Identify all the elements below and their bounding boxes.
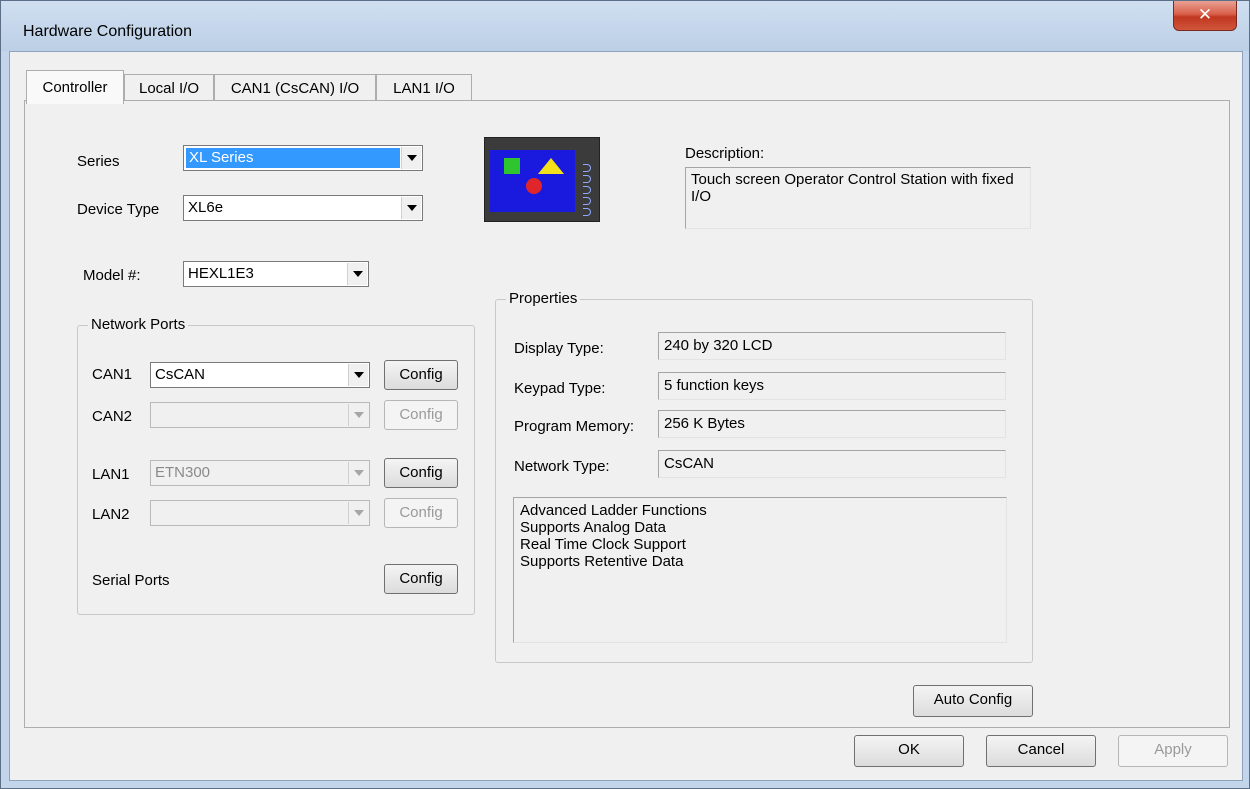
network-ports-title: Network Ports xyxy=(88,316,189,333)
series-value: XL Series xyxy=(186,148,400,168)
properties-title: Properties xyxy=(506,290,581,307)
green-square-icon xyxy=(504,158,520,174)
apply-button[interactable]: Apply xyxy=(1118,735,1228,767)
dialog-client: Controller Local I/O CAN1 (CsCAN) I/O LA… xyxy=(9,51,1243,781)
chevron-down-icon[interactable] xyxy=(347,263,367,285)
chevron-down-icon[interactable] xyxy=(401,197,421,219)
lan1-dropdown[interactable]: ETN300 xyxy=(150,460,370,486)
device-type-label: Device Type xyxy=(77,201,160,218)
model-dropdown[interactable]: HEXL1E3 xyxy=(183,261,369,287)
close-icon: ✕ xyxy=(1197,5,1213,25)
can1-config-button[interactable]: Config xyxy=(384,360,458,390)
xl6e-device-icon xyxy=(484,137,600,222)
lan1-config-button[interactable]: Config xyxy=(384,458,458,488)
function-keys-icon xyxy=(583,164,597,219)
hardware-configuration-window: Hardware Configuration ✕ Controller Loca… xyxy=(0,0,1250,789)
serial-config-button[interactable]: Config xyxy=(384,564,458,594)
keypad-type-label: Keypad Type: xyxy=(514,380,606,397)
device-type-value: XL6e xyxy=(188,199,224,216)
controller-tab-panel: Series XL Series Device Type XL6e Model … xyxy=(24,100,1230,728)
title-bar: Hardware Configuration ✕ xyxy=(1,1,1249,51)
chevron-down-icon[interactable] xyxy=(348,462,368,484)
series-label: Series xyxy=(77,153,120,170)
list-item: Supports Analog Data xyxy=(520,519,666,536)
window-title: Hardware Configuration xyxy=(23,23,192,40)
lan1-label: LAN1 xyxy=(92,466,130,483)
tab-controller[interactable]: Controller xyxy=(26,70,124,104)
display-type-field: 240 by 320 LCD xyxy=(658,332,1006,360)
lan2-config-button[interactable]: Config xyxy=(384,498,458,528)
model-value: HEXL1E3 xyxy=(188,265,254,282)
lan2-dropdown[interactable] xyxy=(150,500,370,526)
chevron-down-icon[interactable] xyxy=(348,502,368,524)
can1-label: CAN1 xyxy=(92,366,133,383)
list-item: Supports Retentive Data xyxy=(520,553,684,570)
features-list[interactable]: Advanced Ladder Functions Supports Analo… xyxy=(513,497,1007,643)
series-dropdown[interactable]: XL Series xyxy=(183,145,423,171)
auto-config-button[interactable]: Auto Config xyxy=(913,685,1033,717)
cancel-button[interactable]: Cancel xyxy=(986,735,1096,767)
lan1-value: ETN300 xyxy=(155,464,211,481)
chevron-down-icon[interactable] xyxy=(348,404,368,426)
chevron-down-icon[interactable] xyxy=(401,147,421,169)
red-circle-icon xyxy=(526,178,542,194)
chevron-down-icon[interactable] xyxy=(348,364,368,386)
program-memory-label: Program Memory: xyxy=(514,418,635,435)
list-item: Real Time Clock Support xyxy=(520,536,686,553)
model-label: Model #: xyxy=(83,267,141,284)
yellow-triangle-icon xyxy=(538,158,564,174)
device-type-dropdown[interactable]: XL6e xyxy=(183,195,423,221)
can2-config-button[interactable]: Config xyxy=(384,400,458,430)
close-button[interactable]: ✕ xyxy=(1173,1,1237,31)
description-field: Touch screen Operator Control Station wi… xyxy=(685,167,1031,229)
keypad-type-field: 5 function keys xyxy=(658,372,1006,400)
can2-dropdown[interactable] xyxy=(150,402,370,428)
ok-button[interactable]: OK xyxy=(854,735,964,767)
lan2-label: LAN2 xyxy=(92,506,130,523)
display-type-label: Display Type: xyxy=(514,340,604,357)
can2-label: CAN2 xyxy=(92,408,133,425)
can1-value: CsCAN xyxy=(155,366,206,383)
network-type-label: Network Type: xyxy=(514,458,610,475)
serial-ports-label: Serial Ports xyxy=(92,572,170,589)
list-item: Advanced Ladder Functions xyxy=(520,502,707,519)
description-label: Description: xyxy=(685,145,765,162)
network-ports-group: Network Ports CAN1 CsCAN Config CAN2 Con… xyxy=(77,316,475,615)
program-memory-field: 256 K Bytes xyxy=(658,410,1006,438)
can1-dropdown[interactable]: CsCAN xyxy=(150,362,370,388)
network-type-field: CsCAN xyxy=(658,450,1006,478)
